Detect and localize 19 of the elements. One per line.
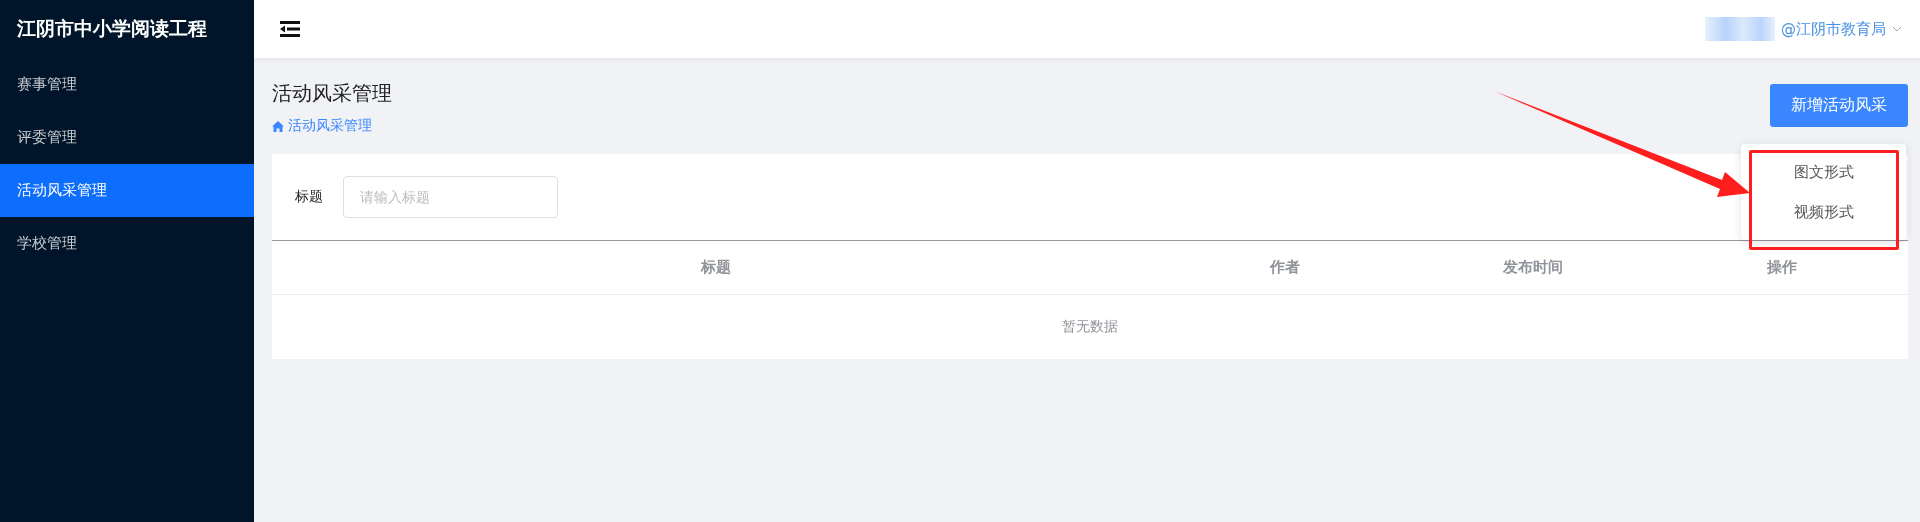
dropdown-item[interactable]: 图文形式 [1741, 158, 1906, 186]
column-header: 操作 [1765, 258, 1798, 277]
menu-icon[interactable] [280, 21, 300, 37]
dropdown-item[interactable]: 视频形式 [1741, 198, 1906, 226]
column-header: 标题 [699, 258, 732, 277]
column-header: 发布时间 [1501, 258, 1564, 277]
page-title: 活动风采管理 [272, 80, 392, 107]
title-input[interactable]: 请输入标题 [343, 176, 558, 218]
column-header: 作者 [1269, 258, 1301, 277]
sidebar-item[interactable]: 活动风采管理 [0, 164, 254, 217]
sidebar-item[interactable]: 学校管理 [0, 217, 254, 270]
filter-label: 标题 [295, 188, 323, 206]
app-title: 江阴市中小学阅读工程 [16, 16, 208, 41]
sidebar-item[interactable]: 赛事管理 [0, 58, 254, 111]
empty-message: 暂无数据 [1062, 318, 1118, 336]
home-icon [272, 120, 284, 132]
sidebar-item[interactable]: 评委管理 [0, 111, 254, 164]
chevron-down-icon [1892, 26, 1902, 32]
blurred-name-drawing [1705, 17, 1775, 41]
